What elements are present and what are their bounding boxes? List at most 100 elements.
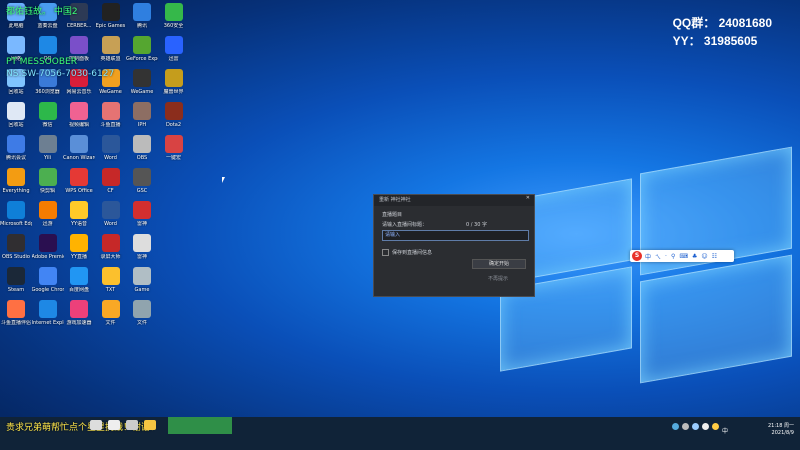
desktop-icon-label: WeGame	[99, 89, 122, 95]
folder-icon[interactable]	[144, 420, 156, 430]
ime-item[interactable]: ㄟ	[655, 252, 661, 261]
clock[interactable]: 21:18 周一 2021/8/9	[768, 423, 794, 437]
char-count: 0 / 30 字	[466, 222, 487, 228]
desktop-icon[interactable]: 斗鱼直播伴侣	[0, 300, 32, 334]
desktop-icon[interactable]: Microsoft Edge	[0, 201, 32, 235]
desktop-icon[interactable]: CF	[95, 168, 127, 202]
desktop-icon[interactable]: IPH	[126, 102, 158, 136]
desktop-icon[interactable]: 雷神	[126, 234, 158, 268]
app-icon	[164, 69, 183, 87]
title-input[interactable]: 请输入	[382, 230, 529, 241]
desktop-icon[interactable]: YY直播	[63, 234, 95, 268]
desktop-icon[interactable]: 斗鱼直播	[95, 102, 127, 136]
desktop-icon[interactable]: 百度网盘	[63, 267, 95, 301]
desktop-icon[interactable]: 微信	[32, 102, 64, 136]
logo-pane	[640, 254, 792, 384]
close-icon[interactable]: ✕	[526, 195, 530, 201]
desktop-icon[interactable]: Word	[95, 201, 127, 235]
desktop-icon[interactable]: Google Chrome	[32, 267, 64, 301]
network-icon[interactable]	[692, 423, 699, 430]
desktop-icon[interactable]: Steam	[0, 267, 32, 301]
desktop-icon[interactable]: 文件	[95, 300, 127, 334]
desktop-icon[interactable]: Adobe Premiere	[32, 234, 64, 268]
app-icon	[133, 135, 151, 153]
app-icon	[101, 300, 120, 318]
desktop-icon[interactable]: 腾讯	[126, 3, 158, 37]
desktop-icon-label: 文件	[136, 320, 147, 326]
desktop-icon[interactable]: GSC	[126, 168, 158, 202]
ime-item[interactable]: ☷	[712, 253, 717, 260]
tray-app-icon[interactable]	[682, 423, 689, 430]
desktop-icon	[158, 234, 190, 268]
app-icon	[70, 201, 88, 219]
ime-indicator[interactable]: 中	[722, 426, 728, 435]
desktop-icon-label: Canon Wizard	[63, 155, 95, 161]
desktop-icon[interactable]: Canon Wizard	[63, 135, 95, 169]
desktop-icon[interactable]: 迅雷	[158, 36, 190, 70]
desktop-icon[interactable]: OBS	[126, 135, 158, 169]
desktop-icon[interactable]: 视频编辑	[63, 102, 95, 136]
ime-toolbar[interactable]: S 中 ㄟ · ⚲ ⌨ ♣ ☺ ☷	[630, 250, 734, 262]
clock-time: 21:18 周一	[768, 423, 794, 429]
desktop-icon-label: 迅雷	[168, 56, 179, 62]
desktop-icon[interactable]: Everything	[0, 168, 32, 202]
volume-icon[interactable]	[702, 423, 709, 430]
tray-app-icon[interactable]	[672, 423, 679, 430]
app-icon	[133, 300, 151, 318]
overlay-line2: PT MESSOOBER	[6, 57, 77, 67]
desktop-icon[interactable]: 迅游	[32, 201, 64, 235]
desktop-icon[interactable]: Word	[95, 135, 127, 169]
start-icon[interactable]	[90, 420, 102, 430]
desktop-icon[interactable]: Yili	[32, 135, 64, 169]
app-icon	[70, 168, 88, 186]
desktop-icon[interactable]: TXT	[95, 267, 127, 301]
confirm-button[interactable]: 确定开始	[472, 259, 526, 269]
ime-item[interactable]: ♣	[692, 253, 697, 260]
app-icon	[133, 69, 151, 87]
save-checkbox[interactable]	[382, 249, 389, 256]
desktop-icon[interactable]: WPS Office	[63, 168, 95, 202]
ime-item[interactable]: ☺	[701, 253, 707, 260]
search-icon[interactable]	[108, 420, 120, 430]
ime-item[interactable]: ·	[665, 253, 667, 260]
app-icon	[164, 36, 183, 54]
app-icon	[38, 102, 57, 120]
desktop-icon[interactable]: 一键宏	[158, 135, 190, 169]
desktop-icon-label: Steam	[7, 287, 25, 293]
app-icon	[133, 168, 151, 186]
desktop-icon-label: 游戏加速器	[66, 320, 92, 326]
desktop-icon-label: 雷神	[136, 254, 147, 260]
ime-item[interactable]: 中	[645, 252, 651, 261]
system-tray	[672, 423, 719, 430]
desktop-icon[interactable]: OBS Studio	[0, 234, 32, 268]
app-icon	[133, 201, 151, 219]
ime-item[interactable]: ⚲	[671, 253, 675, 260]
desktop-icon[interactable]: 快剪辑	[32, 168, 64, 202]
desktop-icon[interactable]: GeForce Experience	[126, 36, 158, 70]
desktop-icon[interactable]: 游戏加速器	[63, 300, 95, 334]
desktop-icon[interactable]: 魔兽世界	[158, 69, 190, 103]
desktop-icon-label: 腾讯	[136, 23, 147, 29]
desktop-icon[interactable]: 文件	[126, 300, 158, 334]
desktop-icon[interactable]: WeGame	[126, 69, 158, 103]
dont-show-button[interactable]: 不再提示	[472, 275, 524, 282]
desktop-icon-label: 回收站	[8, 122, 24, 128]
desktop-icon[interactable]: Dota2	[158, 102, 190, 136]
desktop-icon[interactable]: Internet Explorer	[32, 300, 64, 334]
taskview-icon[interactable]	[126, 420, 138, 430]
tray-app-icon[interactable]	[712, 423, 719, 430]
desktop-icon[interactable]: 回收站	[0, 102, 32, 136]
desktop-icon-label: 回收站	[8, 89, 24, 95]
desktop-icon[interactable]: 腾讯会议	[0, 135, 32, 169]
desktop-icon-label: 魔兽世界	[163, 89, 184, 95]
desktop-icon[interactable]: 雷神	[126, 201, 158, 235]
desktop-icon[interactable]: 录屏大师	[95, 234, 127, 268]
ime-item[interactable]: ⌨	[679, 253, 688, 260]
desktop-icon[interactable]: YY语音	[63, 201, 95, 235]
app-icon	[133, 267, 151, 285]
app-icon	[164, 3, 183, 21]
desktop-icon[interactable]: 360安全	[158, 3, 190, 37]
sogou-logo-icon[interactable]: S	[632, 251, 642, 261]
desktop-icon-label: Game	[134, 287, 150, 293]
desktop-icon[interactable]: Game	[126, 267, 158, 301]
